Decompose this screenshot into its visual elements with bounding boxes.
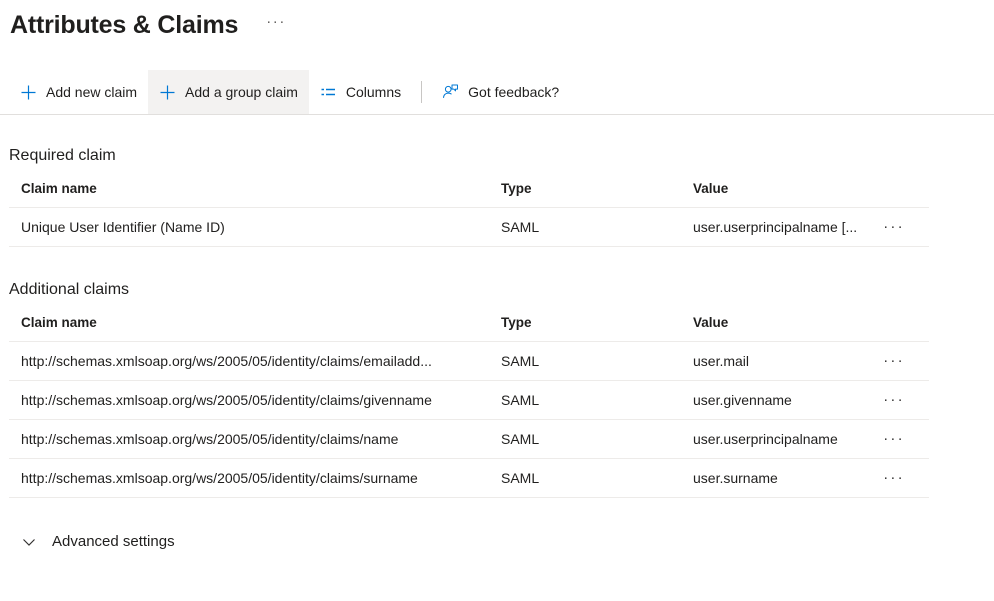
column-header-type: Type [501, 181, 693, 208]
table-row[interactable]: Unique User Identifier (Name ID) SAML us… [9, 207, 929, 247]
table-header-row: Claim name Type Value [9, 315, 929, 342]
add-group-claim-label: Add a group claim [185, 84, 298, 100]
cell-claim-name: http://schemas.xmlsoap.org/ws/2005/05/id… [21, 392, 432, 408]
toolbar-divider [421, 81, 423, 103]
additional-claims-heading: Additional claims [9, 281, 130, 298]
command-bar: Add new claim Add a group claim Columns [0, 70, 994, 115]
table-row[interactable]: http://schemas.xmlsoap.org/ws/2005/05/id… [9, 380, 929, 420]
row-more-menu-button[interactable]: ··· [863, 353, 929, 368]
cell-claim-name: http://schemas.xmlsoap.org/ws/2005/05/id… [21, 431, 399, 447]
column-header-value: Value [693, 181, 863, 208]
page-header: Attributes & Claims ··· [0, 0, 994, 42]
cell-value: user.userprincipalname [693, 431, 838, 447]
table-row[interactable]: http://schemas.xmlsoap.org/ws/2005/05/id… [9, 419, 929, 459]
row-more-menu-button[interactable]: ··· [863, 470, 929, 485]
table-header-row: Claim name Type Value [9, 181, 929, 208]
cell-type: SAML [501, 353, 540, 369]
additional-claims-section: Additional claims Claim name Type Value … [0, 279, 994, 498]
add-group-claim-button[interactable]: Add a group claim [148, 70, 309, 114]
row-more-menu-button[interactable]: ··· [863, 392, 929, 407]
table-row[interactable]: http://schemas.xmlsoap.org/ws/2005/05/id… [9, 341, 929, 381]
cell-claim-name: Unique User Identifier (Name ID) [21, 219, 225, 235]
column-header-claim-name: Claim name [9, 315, 501, 342]
advanced-settings-toggle[interactable]: Advanced settings [0, 532, 175, 552]
cell-type: SAML [501, 470, 540, 486]
cell-claim-name: http://schemas.xmlsoap.org/ws/2005/05/id… [21, 470, 418, 486]
cell-claim-name: http://schemas.xmlsoap.org/ws/2005/05/id… [21, 353, 432, 369]
columns-button[interactable]: Columns [309, 70, 412, 114]
got-feedback-label: Got feedback? [468, 84, 560, 100]
column-header-claim-name: Claim name [9, 181, 501, 208]
row-more-menu-button[interactable]: ··· [863, 431, 929, 446]
column-header-actions [863, 315, 929, 342]
columns-label: Columns [345, 84, 402, 100]
page-title: Attributes & Claims [10, 11, 239, 39]
cell-value: user.surname [693, 470, 778, 486]
cell-type: SAML [501, 392, 540, 408]
cell-value: user.mail [693, 353, 750, 369]
cell-value: user.userprincipalname [... [693, 219, 858, 235]
plus-icon [20, 84, 37, 101]
got-feedback-button[interactable]: Got feedback? [431, 70, 570, 114]
column-header-value: Value [693, 315, 863, 342]
page-more-menu-button[interactable]: ··· [262, 11, 290, 39]
required-claim-heading: Required claim [9, 147, 116, 164]
row-more-menu-button[interactable]: ··· [863, 219, 929, 234]
plus-icon [159, 84, 176, 101]
additional-claims-table: Claim name Type Value http://schemas.xml… [9, 315, 929, 498]
add-new-claim-label: Add new claim [46, 84, 138, 100]
table-row[interactable]: http://schemas.xmlsoap.org/ws/2005/05/id… [9, 458, 929, 498]
feedback-person-icon [442, 84, 459, 101]
cell-type: SAML [501, 431, 540, 447]
column-header-actions [863, 181, 929, 208]
required-claim-section: Required claim Claim name Type Value Uni… [0, 145, 994, 247]
column-header-type: Type [501, 315, 693, 342]
cell-value: user.givenname [693, 392, 792, 408]
advanced-settings-label: Advanced settings [52, 533, 175, 550]
add-new-claim-button[interactable]: Add new claim [9, 70, 148, 114]
cell-type: SAML [501, 219, 540, 235]
columns-icon [320, 84, 337, 101]
chevron-down-icon [21, 534, 37, 550]
required-claims-table: Claim name Type Value Unique User Identi… [9, 181, 929, 247]
